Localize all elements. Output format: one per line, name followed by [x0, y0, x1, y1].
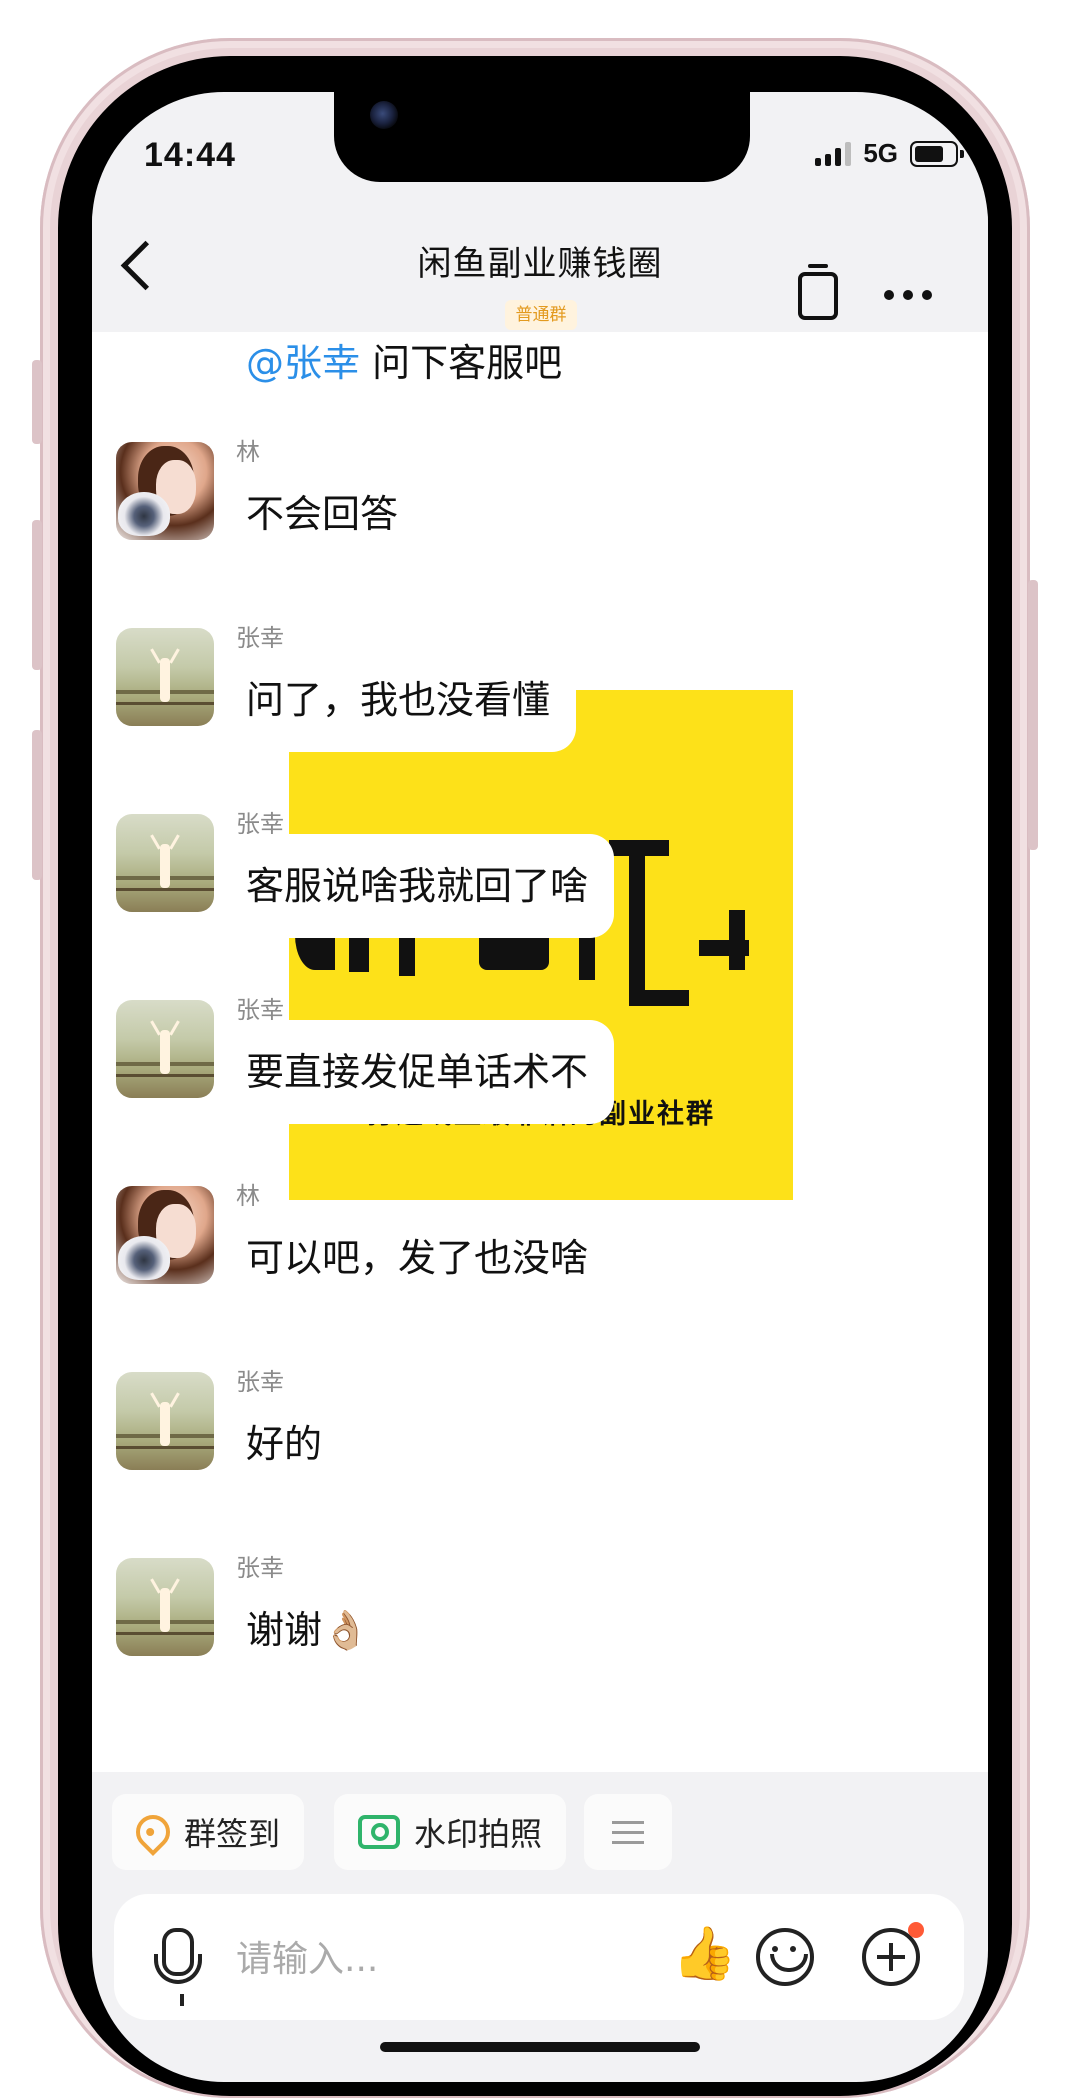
message-bubble[interactable]: 谢谢👌🏼: [220, 1578, 396, 1682]
avatar[interactable]: [116, 1558, 214, 1656]
avatar[interactable]: [116, 814, 214, 912]
side-button: [32, 360, 42, 444]
side-button: [32, 520, 42, 670]
quick-action-bar: 群签到 水印拍照: [92, 1772, 988, 1892]
message-bubble[interactable]: 客服说啥我就回了啥: [220, 834, 615, 938]
status-time: 14:44: [144, 136, 236, 174]
group-checkin-button[interactable]: 群签到: [112, 1794, 305, 1870]
notification-dot: [908, 1922, 924, 1938]
group-type-badge: 普通群: [505, 300, 577, 330]
group-title: 闲鱼副业赚钱圈: [417, 244, 663, 284]
camera-icon: [358, 1815, 400, 1849]
thumbs-up-icon[interactable]: 👍: [672, 1928, 737, 1980]
avatar[interactable]: [116, 1000, 214, 1098]
avatar[interactable]: [116, 442, 214, 540]
message-bubble[interactable]: 要直接发促单话术不: [220, 1020, 615, 1124]
avatar[interactable]: [116, 628, 214, 726]
side-button: [32, 730, 42, 880]
message-bubble[interactable]: 可以吧，发了也没啥: [220, 1206, 615, 1310]
watermark-camera-button[interactable]: 水印拍照: [334, 1794, 567, 1870]
avatar[interactable]: [116, 1372, 214, 1470]
mention-link[interactable]: @张幸: [246, 341, 360, 385]
side-button: [1028, 580, 1038, 850]
message-bubble[interactable]: 好的: [220, 1392, 349, 1496]
microphone-icon[interactable]: [154, 1928, 202, 1984]
more-actions-button[interactable]: [584, 1794, 672, 1870]
message-list[interactable]: @张幸 问下客服吧 林 不会回答 张幸 问了，我也没看懂 打造线上最靠谱的副业社…: [92, 332, 988, 1772]
message-input[interactable]: 请输入...: [236, 1930, 378, 1982]
avatar[interactable]: [116, 1186, 214, 1284]
checkin-label: 群签到: [184, 1815, 281, 1853]
screen: 14:44 5G 闲鱼副业赚钱圈 普通群 @张幸 问下客服吧 林 不会回答 张幸…: [92, 92, 988, 2082]
front-camera: [370, 101, 398, 129]
battery-icon: [910, 140, 964, 167]
notch: [334, 92, 750, 182]
status-icons: 5G: [815, 138, 964, 169]
message-text: @张幸 问下客服吧: [246, 341, 563, 385]
home-indicator: [380, 2042, 700, 2052]
menu-icon: [612, 1820, 644, 1844]
message-input-bar: 请输入... 👍: [114, 1894, 964, 2020]
location-pin-icon: [128, 1807, 178, 1857]
network-label: 5G: [863, 138, 898, 168]
group-notice-icon[interactable]: [798, 264, 838, 320]
signal-icon: [815, 141, 852, 166]
message-bubble[interactable]: 不会回答: [220, 462, 425, 566]
chat-header: 闲鱼副业赚钱圈 普通群: [92, 212, 988, 332]
emoji-icon[interactable]: [756, 1928, 814, 1986]
watermark-label: 水印拍照: [414, 1815, 543, 1853]
more-options-icon[interactable]: [884, 290, 932, 300]
message-bubble[interactable]: 问了，我也没看懂: [220, 648, 577, 752]
microphone-stem: [180, 1994, 184, 2006]
